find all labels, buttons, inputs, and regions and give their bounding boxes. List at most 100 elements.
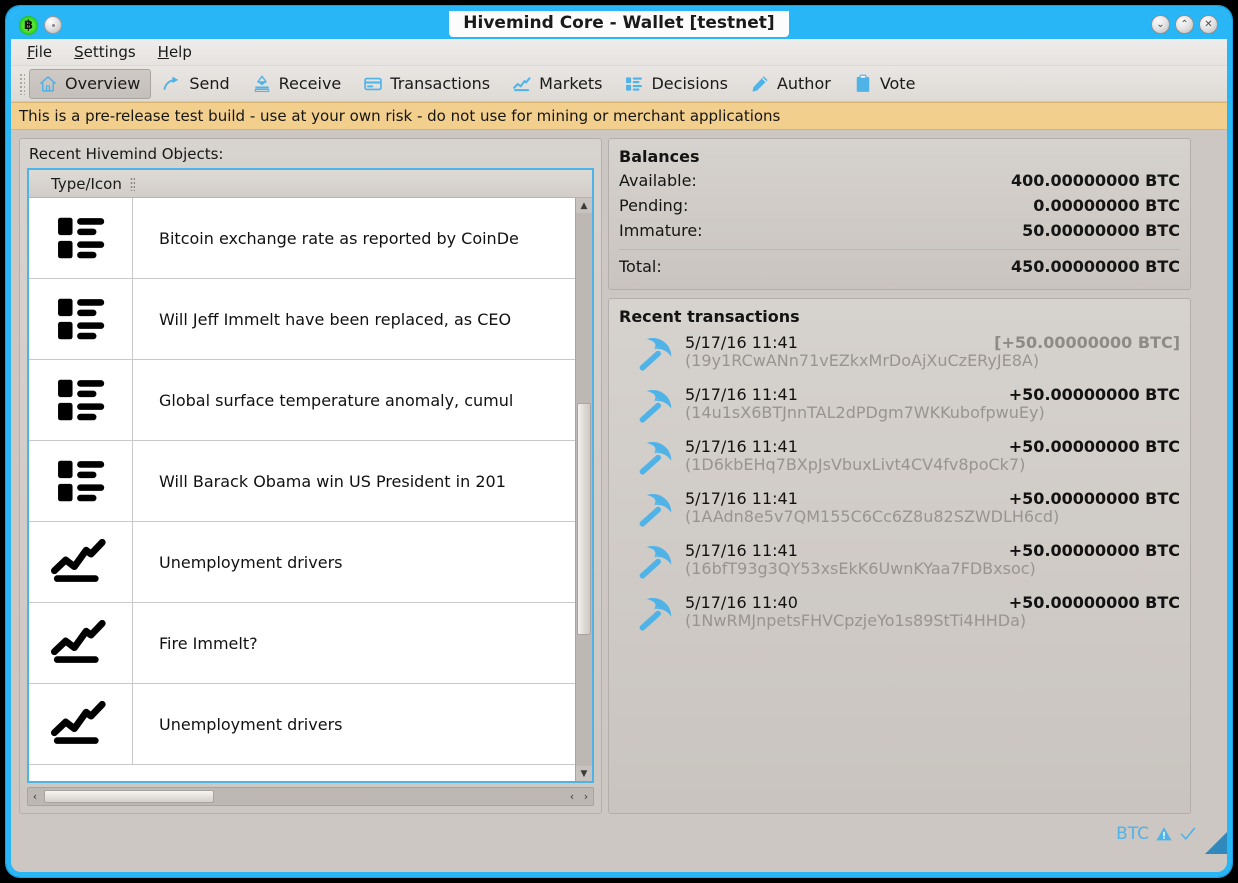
chart-line-icon <box>50 539 106 582</box>
tab-overview[interactable]: Overview <box>29 68 152 99</box>
scroll-left-step-icon[interactable]: ‹ <box>565 790 579 803</box>
transaction-address: (1D6kbEHq7BXpJsVbuxLivt4CV4fv8poCk7) <box>685 455 1026 474</box>
toolbar-drag-grip[interactable] <box>19 72 25 95</box>
menu-label-settings: ettings <box>83 43 136 61</box>
list-icon <box>57 379 104 421</box>
objects-list-vertical-scrollbar[interactable]: ▲ ▼ <box>575 198 592 781</box>
objects-list-row-icon-cell <box>29 522 133 602</box>
tab-send[interactable]: Send <box>153 69 240 99</box>
tab-markets[interactable]: Markets <box>503 69 613 99</box>
scroll-right-arrow-icon[interactable]: › <box>579 790 593 803</box>
tab-decisions[interactable]: Decisions <box>615 69 738 99</box>
balance-value-total: 450.00000000 BTC <box>1011 257 1180 276</box>
objects-list-row-label: Unemployment drivers <box>159 714 343 734</box>
chart-line-icon <box>513 76 531 91</box>
transaction-row[interactable]: 5/17/16 11:41 +50.00000000 BTC (14u1sX6BTJ… <box>619 384 1180 436</box>
objects-list-horizontal-scrollbar[interactable]: ‹ ‹ › <box>27 787 594 806</box>
objects-list-row-icon-cell <box>29 279 133 359</box>
window-resize-grip[interactable] <box>1205 832 1227 854</box>
objects-list-row[interactable]: Fire Immelt? <box>29 603 575 684</box>
objects-list-row[interactable]: Will Barack Obama win US President in 20… <box>29 441 575 522</box>
transaction-details: 5/17/16 11:40 +50.00000000 BTC (1NwRMJnpet… <box>685 593 1180 630</box>
balance-row-pending: Pending: 0.00000000 BTC <box>619 193 1180 218</box>
status-unit-label[interactable]: BTC <box>1116 824 1149 844</box>
tab-receive[interactable]: Receive <box>243 69 353 99</box>
transaction-address: (1AAdn8e5v7QM155C6Cc6Z8u82SZWDLH6cd) <box>685 507 1060 526</box>
menu-item-file[interactable]: File <box>19 41 60 63</box>
objects-list-row[interactable]: Unemployment drivers <box>29 522 575 603</box>
menu-item-help[interactable]: Help <box>150 41 200 63</box>
sync-check-icon[interactable] <box>1179 825 1197 843</box>
column-header-type-icon[interactable]: Type/Icon <box>29 175 122 193</box>
transaction-details: 5/17/16 11:41 +50.00000000 BTC (1AAdn8e5v7… <box>685 489 1180 526</box>
transaction-row[interactable]: 5/17/16 11:41 [+50.00000000 BTC] (19y1RCwA… <box>619 332 1180 384</box>
scroll-up-arrow-icon[interactable]: ▲ <box>576 198 592 213</box>
balances-divider <box>619 249 1180 250</box>
objects-list-row[interactable]: Will Jeff Immelt have been replaced, as … <box>29 279 575 360</box>
tab-vote-label: Vote <box>879 74 916 93</box>
transaction-address: (1NwRMJnpetsFHVCpzjeYo1s89StTi4HHDa) <box>685 611 1027 630</box>
objects-list-body: Bitcoin exchange rate as reported by Coi… <box>29 198 592 781</box>
objects-list-row[interactable]: Unemployment drivers <box>29 684 575 765</box>
right-panel: Balances Available: 400.00000000 BTC Pen… <box>608 138 1191 814</box>
list-icon <box>626 76 643 91</box>
send-arrow-icon <box>163 76 179 90</box>
vertical-scroll-thumb[interactable] <box>577 403 591 635</box>
transaction-amount: +50.00000000 BTC <box>1008 489 1180 508</box>
transaction-details: 5/17/16 11:41 +50.00000000 BTC (1D6kbEHq7B… <box>685 437 1180 474</box>
transaction-row[interactable]: 5/17/16 11:41 +50.00000000 BTC (1AAdn8e5v7… <box>619 488 1180 540</box>
home-icon <box>40 75 56 92</box>
transaction-details: 5/17/16 11:41 +50.00000000 BTC (14u1sX6BTJ… <box>685 385 1180 422</box>
transaction-summary: 5/17/16 11:40 +50.00000000 BTC <box>685 593 1180 612</box>
objects-list[interactable]: Type/Icon Bitcoin exchange rate as repor… <box>27 168 594 783</box>
vertical-scroll-track[interactable] <box>576 213 592 766</box>
close-button[interactable]: ✕ <box>1199 15 1218 34</box>
minimize-button[interactable]: ⌄ <box>1151 15 1170 34</box>
status-bar: BTC <box>11 814 1227 854</box>
scroll-down-arrow-icon[interactable]: ▼ <box>576 766 592 781</box>
menu-mnemonic-file: F <box>27 43 35 61</box>
tab-vote[interactable]: Vote <box>844 69 927 99</box>
objects-list-row-icon-cell <box>29 603 133 683</box>
recent-objects-panel: Recent Hivemind Objects: Type/Icon Bitco… <box>19 138 602 814</box>
window-inner: ฿ Hivemind Core - Wallet [testnet] ⌄ ⌃ ✕… <box>11 11 1227 872</box>
tab-author[interactable]: Author <box>741 69 842 99</box>
transaction-row[interactable]: 5/17/16 11:41 +50.00000000 BTC (1D6kbEHq7B… <box>619 436 1180 488</box>
warning-triangle-icon[interactable] <box>1155 825 1173 843</box>
transaction-type-icon <box>633 541 677 589</box>
transaction-summary: 5/17/16 11:41 +50.00000000 BTC <box>685 437 1180 456</box>
list-icon <box>57 217 104 259</box>
tab-markets-label: Markets <box>539 74 603 93</box>
title-bar-left-icons: ฿ <box>11 15 62 35</box>
menu-label-file: ile <box>34 43 53 61</box>
list-icon <box>57 298 104 340</box>
transaction-date: 5/17/16 11:41 <box>685 333 798 352</box>
transaction-summary: 5/17/16 11:41 [+50.00000000 BTC] <box>685 333 1180 352</box>
objects-list-header: Type/Icon <box>29 170 592 198</box>
objects-list-row-label: Global surface temperature anomaly, cumu… <box>159 390 514 410</box>
window-menu-icon[interactable] <box>44 16 62 34</box>
transaction-row[interactable]: 5/17/16 11:41 +50.00000000 BTC (16bfT93g3Q… <box>619 540 1180 592</box>
transaction-amount: [+50.00000000 BTC] <box>994 333 1180 352</box>
menu-item-settings[interactable]: Settings <box>66 41 144 63</box>
horizontal-scroll-thumb[interactable] <box>44 790 214 803</box>
clipboard-icon <box>856 74 870 92</box>
objects-list-row[interactable]: Global surface temperature anomaly, cumu… <box>29 360 575 441</box>
tab-transactions[interactable]: Transactions <box>354 69 501 99</box>
column-resize-grip[interactable] <box>129 176 135 191</box>
maximize-button[interactable]: ⌃ <box>1175 15 1194 34</box>
recent-transactions-panel: Recent transactions 5/17/16 11:41 [+50.00… <box>608 298 1191 814</box>
balance-row-immature: Immature: 50.00000000 BTC <box>619 218 1180 243</box>
balance-label-available: Available: <box>619 171 697 190</box>
objects-list-row-icon-cell <box>29 198 133 278</box>
transaction-date: 5/17/16 11:40 <box>685 593 798 612</box>
transaction-address: (14u1sX6BTJnnTAL2dPDgm7WKKubofpwuEy) <box>685 403 1045 422</box>
scroll-left-arrow-icon[interactable]: ‹ <box>28 790 42 803</box>
transaction-type-icon <box>633 593 677 641</box>
transaction-row[interactable]: 5/17/16 11:40 +50.00000000 BTC (1NwRMJnpet… <box>619 592 1180 644</box>
recent-transactions-title: Recent transactions <box>619 307 800 326</box>
pickaxe-icon <box>639 442 672 475</box>
chart-line-icon <box>50 701 106 744</box>
objects-list-row[interactable]: Bitcoin exchange rate as reported by Coi… <box>29 198 575 279</box>
horizontal-scroll-track[interactable] <box>42 788 565 805</box>
